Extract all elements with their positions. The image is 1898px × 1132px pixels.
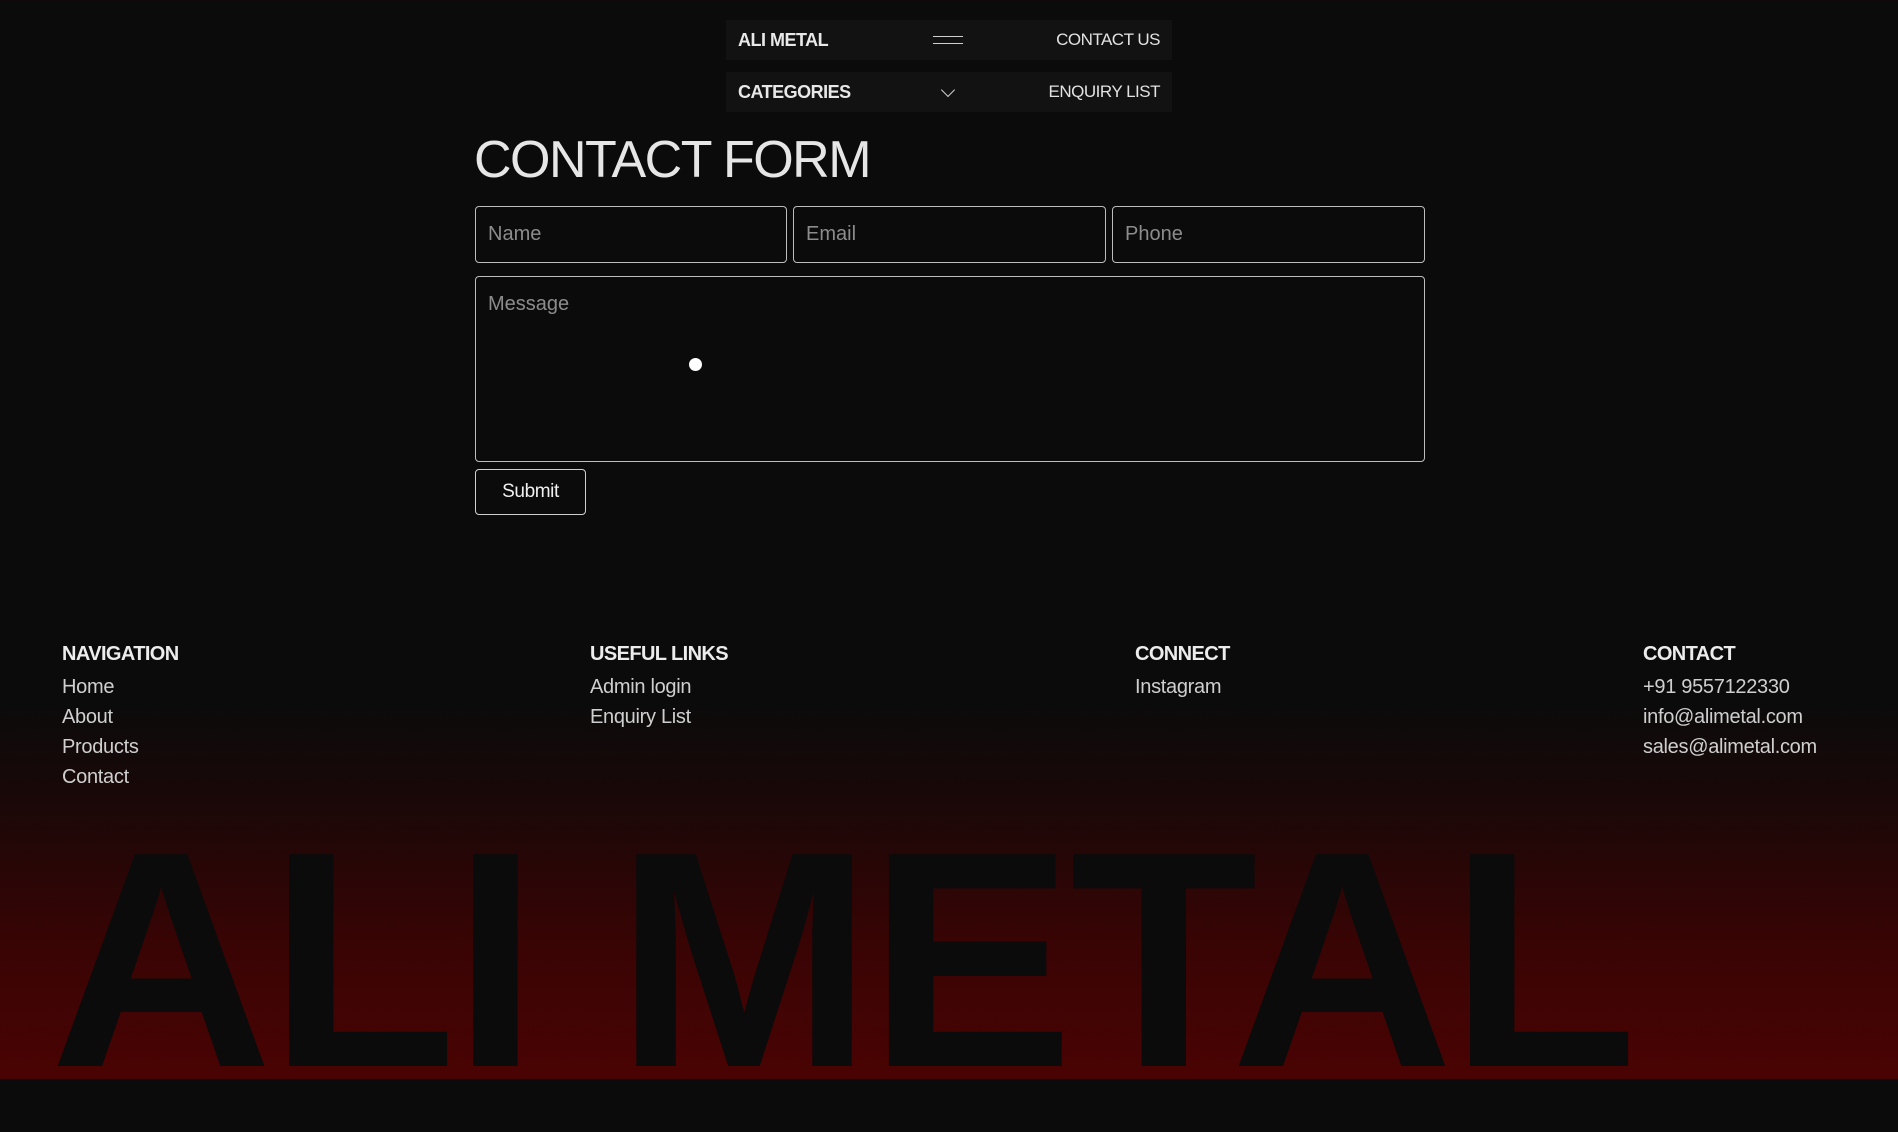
menu-toggle[interactable] xyxy=(928,36,968,44)
categories-dropdown-toggle[interactable] xyxy=(928,82,968,97)
footer-contact-phone[interactable]: +91 9557122330 xyxy=(1643,672,1817,702)
mouse-cursor-indicator xyxy=(689,358,702,371)
footer-link-products[interactable]: Products xyxy=(62,732,179,762)
footer-contact-sales-email[interactable]: sales@alimetal.com xyxy=(1643,732,1817,762)
footer-navigation: NAVIGATION Home About Products Contact xyxy=(62,642,179,792)
secondary-nav-bar: CATEGORIES ENQUIRY LIST xyxy=(726,72,1172,112)
message-textarea[interactable] xyxy=(475,276,1425,462)
footer-link-instagram[interactable]: Instagram xyxy=(1135,672,1230,702)
footer-link-about[interactable]: About xyxy=(62,702,179,732)
categories-dropdown-label[interactable]: CATEGORIES xyxy=(738,82,928,103)
footer-link-home[interactable]: Home xyxy=(62,672,179,702)
footer-contact-heading: CONTACT xyxy=(1643,643,1736,665)
contact-us-link[interactable]: CONTACT US xyxy=(968,30,1160,50)
footer-contact: CONTACT +91 9557122330 info@alimetal.com… xyxy=(1643,642,1817,762)
email-input[interactable] xyxy=(793,206,1106,263)
submit-button[interactable]: Submit xyxy=(475,469,586,515)
name-input[interactable] xyxy=(475,206,787,263)
top-nav-bar: ALI METAL CONTACT US xyxy=(726,20,1172,60)
footer-connect-heading: CONNECT xyxy=(1135,643,1230,665)
page-title: CONTACT FORM xyxy=(474,131,872,189)
footer-useful-links: USEFUL LINKS Admin login Enquiry List xyxy=(590,642,729,732)
footer-wordmark: ALI METAL xyxy=(50,788,1638,1132)
enquiry-list-link[interactable]: ENQUIRY LIST xyxy=(968,82,1161,102)
hamburger-icon[interactable] xyxy=(933,36,963,44)
chevron-down-icon[interactable] xyxy=(940,82,956,97)
footer-contact-info-email[interactable]: info@alimetal.com xyxy=(1643,702,1817,732)
phone-input[interactable] xyxy=(1112,206,1425,263)
footer-connect: CONNECT Instagram xyxy=(1135,642,1230,702)
footer-link-enquiry-list[interactable]: Enquiry List xyxy=(590,702,728,732)
brand-logo[interactable]: ALI METAL xyxy=(738,30,928,51)
footer-link-admin-login[interactable]: Admin login xyxy=(590,672,728,702)
footer-useful-links-heading: USEFUL LINKS xyxy=(590,643,729,665)
footer-navigation-heading: NAVIGATION xyxy=(62,643,179,665)
